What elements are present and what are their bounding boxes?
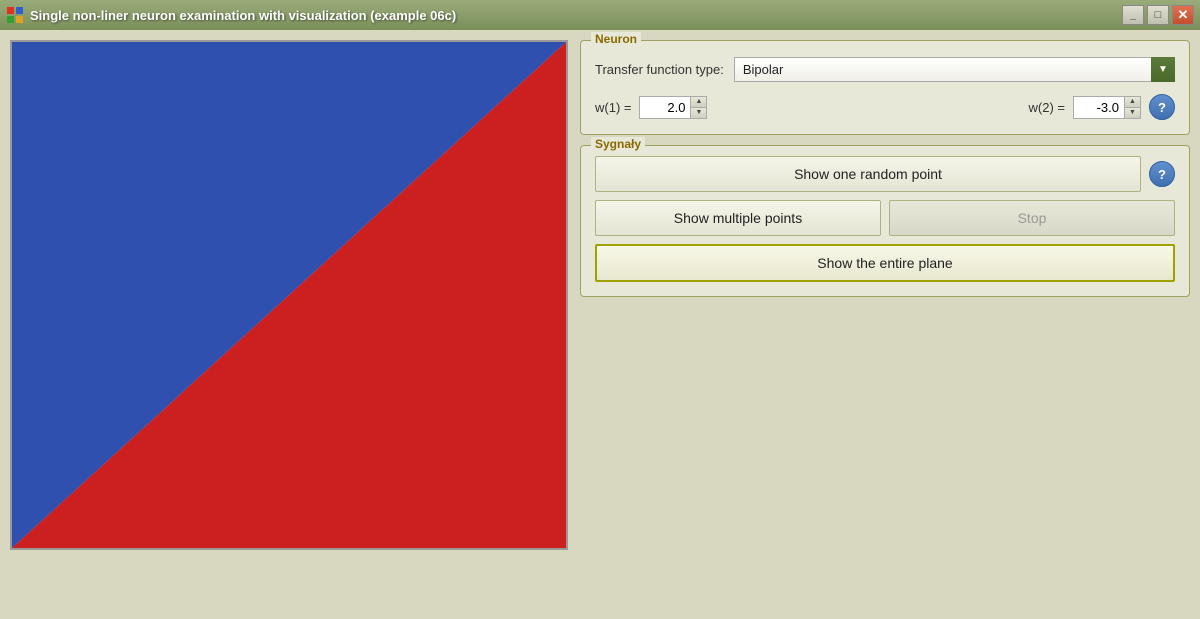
app-icon — [6, 6, 24, 24]
stop-button[interactable]: Stop — [889, 200, 1175, 236]
canvas-svg — [12, 42, 566, 548]
show-multiple-stop-row: Show multiple points Stop — [595, 200, 1175, 236]
title-bar: Single non-liner neuron examination with… — [0, 0, 1200, 30]
window-controls: _ □ ✕ — [1122, 5, 1194, 25]
neuron-section: Neuron Transfer function type: Bipolar U… — [580, 40, 1190, 135]
neuron-help-button[interactable]: ? — [1149, 94, 1175, 120]
w1-label: w(1) = — [595, 100, 631, 115]
show-entire-plane-button[interactable]: Show the entire plane — [595, 244, 1175, 282]
neuron-section-label: Neuron — [591, 32, 641, 46]
transfer-function-select[interactable]: Bipolar Unipolar Linear — [734, 57, 1175, 82]
show-random-point-button[interactable]: Show one random point — [595, 156, 1141, 192]
w2-increment-button[interactable]: ▲ — [1124, 97, 1140, 108]
transfer-function-select-wrapper: Bipolar Unipolar Linear — [734, 57, 1175, 82]
transfer-function-row: Transfer function type: Bipolar Unipolar… — [595, 57, 1175, 82]
show-entire-plane-row: Show the entire plane — [595, 244, 1175, 282]
w1-input[interactable] — [640, 97, 690, 118]
close-button[interactable]: ✕ — [1172, 5, 1194, 25]
right-panel: Neuron Transfer function type: Bipolar U… — [580, 40, 1190, 609]
sygnaly-section-label: Sygnały — [591, 137, 645, 151]
show-random-point-row: Show one random point ? — [595, 156, 1175, 192]
window-title: Single non-liner neuron examination with… — [30, 8, 456, 23]
maximize-button[interactable]: □ — [1147, 5, 1169, 25]
weight-row: w(1) = ▲ ▼ w(2) = ▲ ▼ — [595, 94, 1175, 120]
window-content: Neuron Transfer function type: Bipolar U… — [0, 30, 1200, 619]
transfer-function-label: Transfer function type: — [595, 62, 724, 77]
random-point-help-button[interactable]: ? — [1149, 161, 1175, 187]
title-bar-left: Single non-liner neuron examination with… — [6, 6, 456, 24]
w1-spinners: ▲ ▼ — [690, 97, 706, 118]
minimize-button[interactable]: _ — [1122, 5, 1144, 25]
visualization-canvas — [10, 40, 568, 550]
w2-input-group: ▲ ▼ — [1073, 96, 1141, 119]
w2-decrement-button[interactable]: ▼ — [1124, 108, 1140, 118]
show-multiple-points-button[interactable]: Show multiple points — [595, 200, 881, 236]
w2-spinners: ▲ ▼ — [1124, 97, 1140, 118]
w1-increment-button[interactable]: ▲ — [690, 97, 706, 108]
w2-input[interactable] — [1074, 97, 1124, 118]
w2-label: w(2) = — [1029, 100, 1065, 115]
w1-input-group: ▲ ▼ — [639, 96, 707, 119]
w1-decrement-button[interactable]: ▼ — [690, 108, 706, 118]
sygnaly-section: Sygnały Show one random point ? Show mul… — [580, 145, 1190, 297]
